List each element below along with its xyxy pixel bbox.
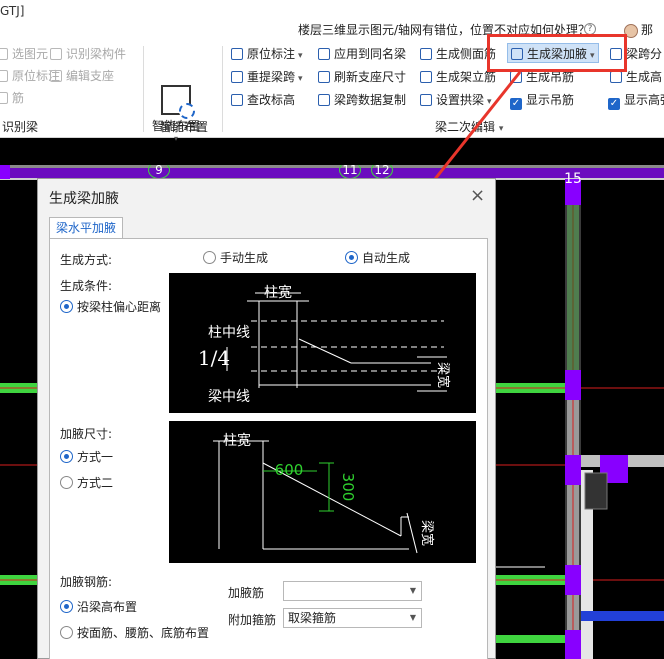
beam-column-eccentricity-radio[interactable]: 按梁柱偏心距离 <box>60 299 161 315</box>
haunch-rebar-label: 加腋钢筋: <box>60 575 113 589</box>
re-extract-span-button[interactable]: 重提梁跨 ▾ <box>231 67 303 87</box>
chevron-down-icon: ▾ <box>298 51 303 61</box>
radio-checked-icon <box>60 450 73 463</box>
highlight-frame <box>487 34 627 72</box>
generation-condition-label: 生成条件: <box>60 279 113 293</box>
radio-checked-icon <box>60 600 73 613</box>
show-high-strength-checkbox[interactable]: ✓显示高强 <box>608 90 664 110</box>
eccentricity-diagram: 柱宽 柱中线 1/4 梁中线 梁宽 <box>169 273 476 413</box>
apply-same-name-beam-button[interactable]: 应用到同名梁 <box>318 44 406 64</box>
haunch-rebar-select[interactable]: ▼ <box>283 581 422 601</box>
mode-two-radio[interactable]: 方式二 <box>60 475 113 491</box>
refresh-icon <box>318 71 330 83</box>
rebar-icon <box>0 92 8 104</box>
haunch-height-300: 300 <box>339 473 357 502</box>
checkbox-checked-icon: ✓ <box>510 98 522 110</box>
set-arch-beam-button[interactable]: 设置拱梁 ▾ <box>420 90 492 110</box>
generation-method-label: 生成方式: <box>60 253 113 267</box>
identify-icon <box>50 48 62 60</box>
refresh-support-size-button[interactable]: 刷新支座尺寸 <box>318 67 406 87</box>
generate-icon <box>610 71 622 83</box>
checkbox-checked-icon: ✓ <box>608 98 620 110</box>
app-title: GTJ] <box>0 4 25 18</box>
col-center-label: 柱中线 <box>208 325 250 341</box>
dialog-panel: 生成方式: 手动生成 自动生成 生成条件: 按梁柱偏心距离 柱宽 柱中线 1/4… <box>49 238 488 659</box>
col-width-label-2: 柱宽 <box>223 432 251 449</box>
haunch-rebar-field-label: 加腋筋 <box>228 586 265 600</box>
apply-icon <box>318 48 330 60</box>
eccentricity-diagram-drawing: 柱宽 柱中线 1/4 梁中线 梁宽 <box>198 284 451 405</box>
group-label-smart-layout: 智能布置 <box>160 120 209 134</box>
rebar-button-dim[interactable]: 筋 <box>0 88 24 108</box>
col-width-label: 柱宽 <box>264 284 292 301</box>
beam-center-label: 梁中线 <box>208 389 250 405</box>
arch-icon <box>420 94 432 106</box>
chevron-down-icon: ▾ <box>173 134 178 143</box>
smart-layout-icon <box>161 85 195 119</box>
along-beam-height-radio[interactable]: 沿梁高布置 <box>60 599 137 615</box>
elevation-icon <box>231 94 243 106</box>
haunch-size-label: 加腋尺寸: <box>60 427 113 441</box>
chevron-down-icon: ▾ <box>298 74 303 84</box>
check-elevation-button[interactable]: 查改标高 <box>231 90 295 110</box>
beam-width-label: 梁宽 <box>435 362 451 388</box>
copy-icon <box>318 94 330 106</box>
select-element-button[interactable]: 选图元 <box>0 44 48 64</box>
ribbon-divider <box>222 46 223 132</box>
erection-rebar-icon <box>420 71 432 83</box>
radio-unchecked-icon <box>60 476 73 489</box>
face-waist-bottom-rebar-radio[interactable]: 按面筋、腰筋、底筋布置 <box>60 625 209 641</box>
auto-generate-radio[interactable]: 自动生成 <box>345 250 410 266</box>
chevron-down-icon: ▾ <box>487 97 492 107</box>
chevron-down-icon: ▼ <box>409 586 416 595</box>
mode-one-radio[interactable]: 方式一 <box>60 449 113 465</box>
generate-erection-rebar-button[interactable]: 生成架立筋 <box>420 67 496 87</box>
edit-support-button[interactable]: 编辑支座 <box>50 66 114 86</box>
haunch-length-600: 600 <box>275 461 304 479</box>
hanger-icon <box>510 71 522 83</box>
identify-beam-component-button[interactable]: 识别梁构件 <box>50 44 126 64</box>
additional-stirrup-select[interactable]: 取梁箍筋 ▼ <box>283 608 422 628</box>
original-annotation-button[interactable]: 原位标注 ▾ <box>231 44 303 64</box>
ribbon-divider <box>143 46 144 132</box>
show-hanger-rebar-checkbox[interactable]: ✓ 显示吊筋 <box>510 90 574 110</box>
annotation-icon <box>0 70 8 82</box>
radio-unchecked-icon <box>203 251 216 264</box>
close-icon[interactable]: × <box>470 185 485 206</box>
manual-generate-radio[interactable]: 手动生成 <box>203 250 268 266</box>
generate-side-rebar-button[interactable]: 生成侧面筋 <box>420 44 496 64</box>
dialog-title: 生成梁加腋 <box>49 191 119 207</box>
additional-stirrup-label: 附加箍筋 <box>228 613 277 627</box>
annotation-icon <box>231 48 243 60</box>
group-label-identify-beam: 识别梁 <box>2 120 39 134</box>
group-label-beam-secondary-edit: 梁二次编辑 ▾ <box>435 120 504 134</box>
side-rebar-icon <box>420 48 432 60</box>
tab-beam-horizontal-haunch[interactable]: 梁水平加腋 <box>49 217 123 239</box>
radio-checked-icon <box>345 251 358 264</box>
haunch-size-diagram-drawing: 柱宽 600 300 梁宽 <box>213 432 435 554</box>
generate-beam-haunch-dialog: 生成梁加腋 × 梁水平加腋 生成方式: 手动生成 自动生成 生成条件: 按梁柱偏… <box>37 178 496 659</box>
beam-width-label-2: 梁宽 <box>419 520 435 546</box>
user-profile[interactable]: 那年 <box>624 20 664 57</box>
axis-label-15: 15 <box>564 171 582 187</box>
haunch-size-diagram: 柱宽 600 300 梁宽 <box>169 421 476 563</box>
quarter-label: 1/4 <box>198 346 230 370</box>
select-icon <box>0 48 8 60</box>
edit-support-icon <box>50 70 62 82</box>
chevron-down-icon: ▼ <box>409 613 416 622</box>
radio-checked-icon <box>60 300 73 313</box>
span-icon <box>231 71 243 83</box>
radio-unchecked-icon <box>60 626 73 639</box>
copy-span-data-button[interactable]: 梁跨数据复制 <box>318 90 406 110</box>
